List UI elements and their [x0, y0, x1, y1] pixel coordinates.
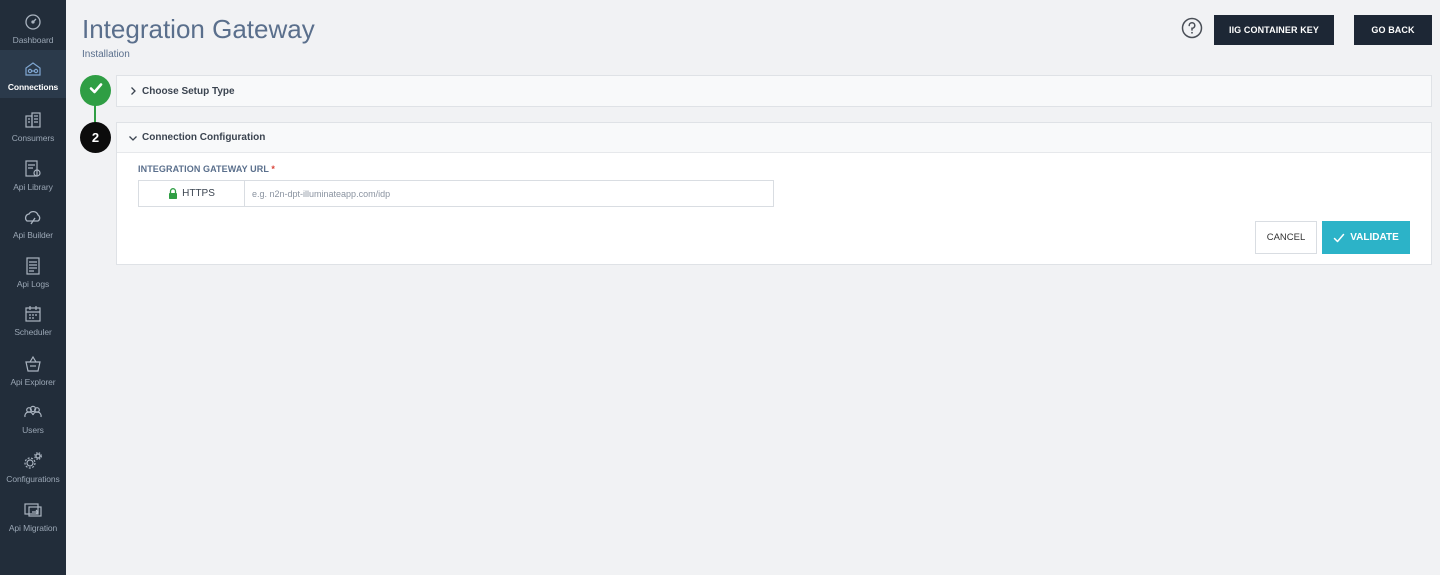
url-input-group: HTTPS — [138, 180, 774, 207]
sidebar-item-dashboard[interactable]: Dashboard — [0, 6, 66, 52]
sidebar-item-label: Connections — [7, 82, 59, 92]
api-builder-icon — [23, 207, 43, 227]
sidebar-item-label: Api Logs — [16, 279, 50, 289]
url-label-text: INTEGRATION GATEWAY URL — [138, 164, 269, 174]
sidebar-item-consumers[interactable]: Consumers — [0, 104, 66, 150]
sidebar-item-users[interactable]: Users — [0, 396, 66, 442]
api-library-icon — [23, 159, 43, 179]
sidebar-item-api-builder[interactable]: Api Builder — [0, 201, 66, 247]
sidebar-item-scheduler[interactable]: Scheduler — [0, 298, 66, 344]
sidebar-item-api-explorer[interactable]: Api Explorer — [0, 348, 66, 394]
step-panel-connection-config: Connection Configuration INTEGRATION GAT… — [116, 122, 1432, 265]
configurations-icon — [23, 451, 43, 471]
protocol-label: HTTPS — [182, 188, 215, 199]
required-marker: * — [271, 164, 276, 174]
lock-icon — [168, 188, 178, 199]
sidebar-item-configurations[interactable]: Configurations — [0, 445, 66, 491]
sidebar-item-api-logs[interactable]: Api Logs — [0, 250, 66, 296]
step-title: Choose Setup Type — [142, 85, 235, 97]
scheduler-icon — [23, 304, 43, 324]
check-icon — [1333, 232, 1345, 244]
sidebar-item-label: Users — [22, 425, 44, 435]
sidebar-item-label: Scheduler — [14, 327, 52, 337]
iig-container-key-button[interactable]: IIG CONTAINER KEY — [1214, 15, 1334, 45]
connections-icon — [23, 59, 43, 79]
sidebar-item-label: Api Explorer — [10, 377, 56, 387]
dashboard-icon — [23, 12, 43, 32]
step-complete-indicator — [80, 75, 111, 106]
step-title: Connection Configuration — [142, 132, 266, 143]
chevron-down-icon — [128, 133, 138, 143]
sidebar-item-connections[interactable]: Connections — [0, 50, 66, 98]
api-explorer-icon — [23, 354, 43, 374]
users-icon — [23, 402, 43, 422]
step-panel-setup-type: Choose Setup Type — [116, 75, 1432, 107]
url-field-label: INTEGRATION GATEWAY URL * — [138, 164, 275, 174]
gateway-url-input[interactable] — [245, 181, 773, 206]
sidebar-item-label: Dashboard — [12, 35, 54, 45]
api-migration-icon — [23, 500, 43, 520]
chevron-right-icon — [128, 86, 138, 96]
page-title: Integration Gateway — [82, 14, 315, 44]
checkmark-icon — [88, 80, 104, 101]
sidebar-item-label: Api Builder — [12, 230, 53, 240]
protocol-addon: HTTPS — [139, 181, 245, 206]
step-header-connection-config[interactable]: Connection Configuration — [117, 123, 1431, 153]
page-subtitle: Installation — [82, 49, 130, 60]
help-icon[interactable] — [1181, 17, 1203, 39]
step-header-setup-type[interactable]: Choose Setup Type — [117, 76, 1431, 106]
step-number-indicator: 2 — [80, 122, 111, 153]
consumers-icon — [23, 110, 43, 130]
sidebar-item-label: Api Library — [13, 182, 53, 192]
sidebar: Dashboard Connections Consumers Api Libr… — [0, 0, 66, 575]
sidebar-item-label: Configurations — [6, 474, 60, 484]
validate-button[interactable]: VALIDATE — [1322, 221, 1410, 254]
sidebar-item-api-library[interactable]: Api Library — [0, 153, 66, 199]
validate-label: VALIDATE — [1350, 232, 1399, 243]
stepper-connector — [94, 104, 96, 124]
sidebar-item-label: Api Migration — [8, 523, 58, 533]
go-back-button[interactable]: GO BACK — [1354, 15, 1432, 45]
cancel-button[interactable]: CANCEL — [1255, 221, 1317, 254]
api-logs-icon — [23, 256, 43, 276]
sidebar-item-api-migration[interactable]: Api Migration — [0, 494, 66, 540]
sidebar-item-label: Consumers — [11, 133, 55, 143]
